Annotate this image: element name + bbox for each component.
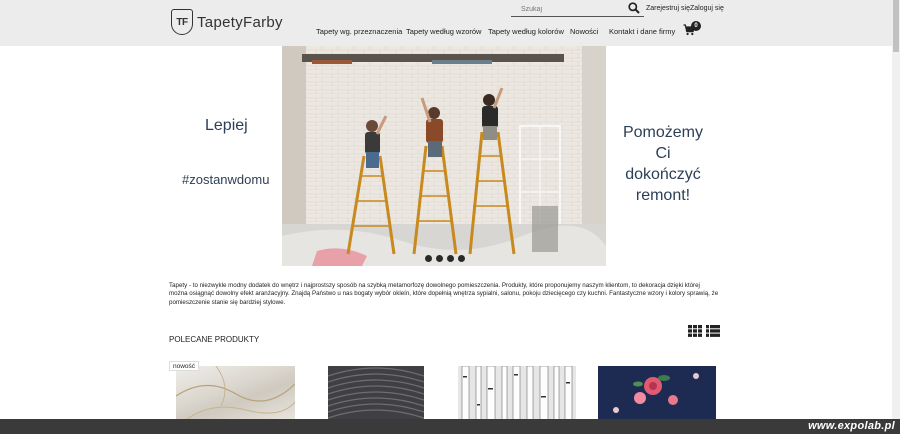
product-card-2[interactable] [328, 366, 424, 420]
site-header: TF TapetyFarby Zarejestruj się Zaloguj s… [0, 0, 892, 46]
site-logo[interactable]: TF TapetyFarby [171, 9, 283, 35]
hero-left-line2: #zostanwdomu [182, 172, 270, 187]
register-link[interactable]: Zarejestruj się [646, 5, 690, 12]
nav-item-contact[interactable]: Kontakt i dane firmy [609, 27, 675, 36]
hero-right-text: Pomożemy Ci dokończyć remont! [606, 122, 720, 206]
hero-photo [282, 46, 606, 266]
logo-mark: TF [171, 9, 193, 35]
product-image-marble [176, 366, 295, 420]
search-box [511, 0, 644, 17]
painters-illustration [282, 46, 606, 266]
search-input[interactable] [511, 2, 621, 16]
nav-item-purpose[interactable]: Tapety wg. przeznaczenia [316, 27, 402, 36]
bottom-bar [0, 419, 900, 434]
hero-slider[interactable]: Lepiej #zostanwdomu Pomożemy Ci dokończy… [169, 46, 720, 266]
list-view-icon[interactable] [706, 325, 720, 337]
hero-right-line2: Ci [655, 145, 671, 162]
intro-description: Tapety - to niezwykle modny dodatek do w… [169, 282, 719, 306]
grid-view-icon[interactable] [688, 325, 702, 337]
hero-right-line4: remont! [635, 187, 691, 204]
hero-right-panel: Pomożemy Ci dokończyć remont! [606, 46, 720, 266]
product-card-1[interactable] [176, 366, 295, 420]
scrollbar-track[interactable] [892, 0, 900, 434]
watermark-text: www.expolab.pl [808, 420, 895, 432]
nav-item-colors[interactable]: Tapety według kolorów [488, 27, 564, 36]
scrollbar-thumb[interactable] [893, 0, 899, 52]
product-card-3[interactable] [458, 366, 576, 420]
product-image-waves [328, 367, 424, 419]
login-link[interactable]: Zaloguj się [690, 5, 724, 12]
product-card-4[interactable] [598, 366, 716, 420]
search-icon[interactable] [628, 2, 640, 14]
featured-products-title: POLECANE PRODUKTY [169, 335, 260, 344]
logo-text: TapetyFarby [197, 13, 283, 31]
slider-dot-2[interactable] [436, 255, 443, 262]
hero-left-panel: Lepiej #zostanwdomu [169, 46, 282, 266]
cart-count-badge: 0 [691, 21, 701, 31]
slider-dot-3[interactable] [447, 255, 454, 262]
nav-item-new[interactable]: Nowości [570, 27, 598, 36]
nav-item-patterns[interactable]: Tapety według wzorów [406, 27, 481, 36]
slider-dot-4[interactable] [458, 255, 465, 262]
product-image-birch [461, 366, 573, 420]
new-badge: nowość [169, 361, 200, 371]
slider-dot-1[interactable] [425, 255, 432, 262]
hero-right-line1: Pomożemy [622, 124, 704, 141]
hero-right-line3: dokończyć [625, 166, 701, 183]
hero-left-line1: Lepiej [205, 117, 248, 134]
slider-dots [425, 255, 465, 262]
product-image-roses [613, 373, 699, 413]
